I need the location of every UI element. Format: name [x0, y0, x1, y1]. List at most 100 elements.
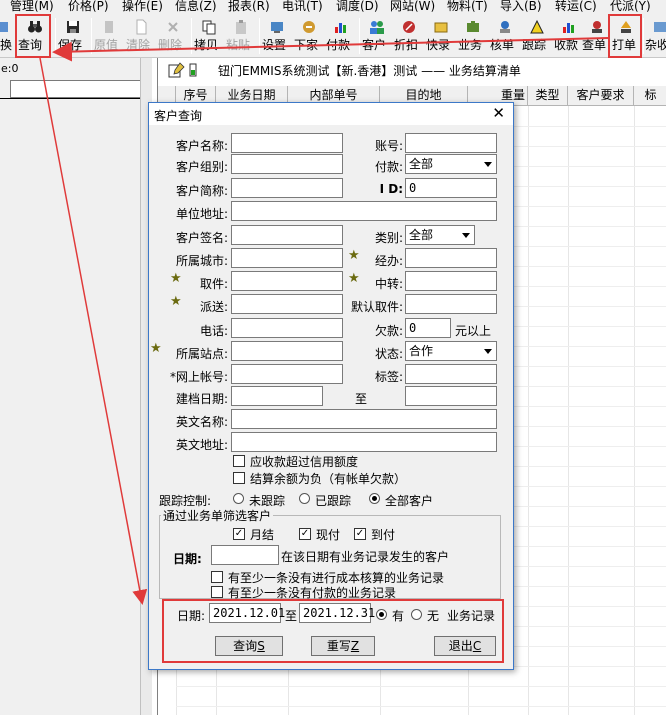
payment-select[interactable]: 全部: [405, 154, 497, 174]
customer-query-dialog: 客户查询 ✕ 客户名称: 账号: 客户组别: 付款: 全部 客户简称: I D:…: [148, 102, 514, 670]
delivery-input[interactable]: [231, 294, 343, 314]
payment-button[interactable]: 付款: [326, 16, 356, 56]
has-records-radio[interactable]: [376, 609, 387, 620]
menu-dispatch[interactable]: 调度(D): [336, 0, 379, 14]
city-input[interactable]: [231, 248, 343, 268]
express-button[interactable]: 快录: [426, 16, 456, 56]
query-highlight-box: [15, 14, 51, 58]
category-select[interactable]: 全部: [405, 225, 475, 245]
default-pickup-input[interactable]: [405, 294, 497, 314]
settings-button[interactable]: 设置: [262, 16, 292, 56]
uncosted-checkbox[interactable]: [211, 571, 223, 583]
check-order-icon: [592, 21, 602, 33]
payment-selected-value: 全部: [409, 157, 434, 171]
tag-input[interactable]: [405, 364, 497, 384]
customer-sign-input[interactable]: [231, 225, 343, 245]
rewrite-button-label: 重写: [326, 639, 351, 653]
check-order-button[interactable]: 查单: [582, 16, 608, 56]
dispatch-button[interactable]: 下家: [294, 16, 324, 56]
business-button[interactable]: 业务: [458, 16, 488, 56]
english-name-input[interactable]: [231, 409, 497, 429]
created-date-label: 建档日期:: [175, 392, 228, 406]
no-records-radio[interactable]: [411, 609, 422, 620]
col-header[interactable]: 标: [634, 86, 666, 106]
date-range-from-input[interactable]: 2021.12.01: [209, 603, 285, 623]
phone-input[interactable]: [231, 318, 343, 338]
col-header[interactable]: 类型: [528, 86, 568, 106]
left-panel-label: e:0: [1, 62, 19, 75]
menu-telecom[interactable]: 电讯(T): [282, 0, 323, 14]
exit-button[interactable]: 退出C: [434, 636, 496, 656]
filter-date-hint: 在该日期有业务记录发生的客户: [281, 550, 450, 564]
switch-icon: [0, 22, 8, 32]
exit-button-label: 退出: [448, 639, 473, 653]
settings-icon: [271, 22, 283, 33]
unit-address-input[interactable]: [231, 201, 497, 221]
menu-material[interactable]: 物料(T): [447, 0, 488, 14]
menu-bar: 管理(M) 价格(P) 操作(E) 信息(Z) 报表(R) 电讯(T) 调度(D…: [0, 0, 666, 14]
handler-input[interactable]: [405, 248, 497, 268]
default-pickup-label: 默认取件:: [350, 300, 403, 314]
online-account-input[interactable]: [231, 364, 343, 384]
menu-price[interactable]: 价格(P): [68, 0, 109, 14]
original-button[interactable]: 原值: [94, 16, 124, 56]
dialog-titlebar[interactable]: 客户查询 ✕: [149, 103, 513, 125]
menu-delivery[interactable]: 代派(Y): [610, 0, 651, 14]
customer-group-input[interactable]: [231, 154, 343, 174]
phone-label: 电话:: [199, 324, 228, 338]
payment-label: 付款:: [374, 160, 403, 174]
paste-button[interactable]: 粘贴: [226, 16, 256, 56]
audit-button[interactable]: 核单: [490, 16, 520, 56]
menu-import[interactable]: 导入(B): [500, 0, 542, 14]
left-panel-input[interactable]: [10, 80, 142, 98]
customer-short-input[interactable]: [231, 178, 343, 198]
cod-checkbox[interactable]: ✓: [354, 528, 366, 540]
filter-date-input[interactable]: [211, 545, 279, 565]
misc-button[interactable]: 杂收: [645, 16, 666, 56]
over-credit-label: 应收款超过信用额度: [250, 455, 359, 469]
cash-checkbox[interactable]: ✓: [299, 528, 311, 540]
tracking-tracked-radio[interactable]: [299, 493, 310, 504]
created-date-to-input[interactable]: [405, 386, 497, 406]
delete-button[interactable]: 删除: [158, 16, 188, 56]
copy-button[interactable]: 拷贝: [194, 16, 224, 56]
status-select[interactable]: 合作: [405, 341, 497, 361]
close-icon[interactable]: ✕: [492, 104, 505, 122]
col-header[interactable]: 客户要求: [568, 86, 634, 106]
rewrite-button[interactable]: 重写Z: [311, 636, 375, 656]
menu-info[interactable]: 信息(Z): [175, 0, 217, 14]
arrears-input[interactable]: 0: [405, 318, 451, 338]
id-input[interactable]: 0: [405, 178, 497, 198]
track-button[interactable]: 跟踪: [522, 16, 552, 56]
unpaid-checkbox[interactable]: [211, 586, 223, 598]
query-submit-button[interactable]: 查询S: [215, 636, 283, 656]
menu-transship[interactable]: 转运(C): [555, 0, 597, 14]
monthly-label: 月结: [250, 528, 275, 542]
menu-report[interactable]: 报表(R): [228, 0, 270, 14]
switch-button[interactable]: 切换: [0, 16, 16, 56]
site-input[interactable]: [231, 341, 343, 361]
discount-button[interactable]: 折扣: [394, 16, 424, 56]
menu-operate[interactable]: 操作(E): [122, 0, 163, 14]
save-button[interactable]: 保存: [58, 16, 88, 56]
customer-name-input[interactable]: [231, 133, 343, 153]
customer-button[interactable]: 客户: [362, 16, 392, 56]
account-input[interactable]: [405, 133, 497, 153]
english-address-input[interactable]: [231, 432, 497, 452]
over-credit-checkbox[interactable]: [233, 455, 245, 467]
negative-balance-checkbox[interactable]: [233, 472, 245, 484]
toolbar: 切换 查询 保存 原值 清除 删除 拷贝 粘贴 设置: [0, 14, 666, 58]
created-date-from-input[interactable]: [231, 386, 323, 406]
clear-button[interactable]: 清除: [126, 16, 156, 56]
date-range-to-input[interactable]: 2021.12.31: [299, 603, 375, 623]
transfer-input[interactable]: [405, 271, 497, 291]
collect-button[interactable]: 收款: [554, 16, 584, 56]
bar-chart-icon: [335, 23, 346, 33]
pickup-input[interactable]: [231, 271, 343, 291]
date-range-to-label: 至: [285, 609, 298, 623]
tracking-untracked-radio[interactable]: [233, 493, 244, 504]
tracking-all-radio[interactable]: [369, 493, 380, 504]
monthly-checkbox[interactable]: ✓: [233, 528, 245, 540]
menu-manage[interactable]: 管理(M): [10, 0, 54, 14]
menu-website[interactable]: 网站(W): [390, 0, 435, 14]
